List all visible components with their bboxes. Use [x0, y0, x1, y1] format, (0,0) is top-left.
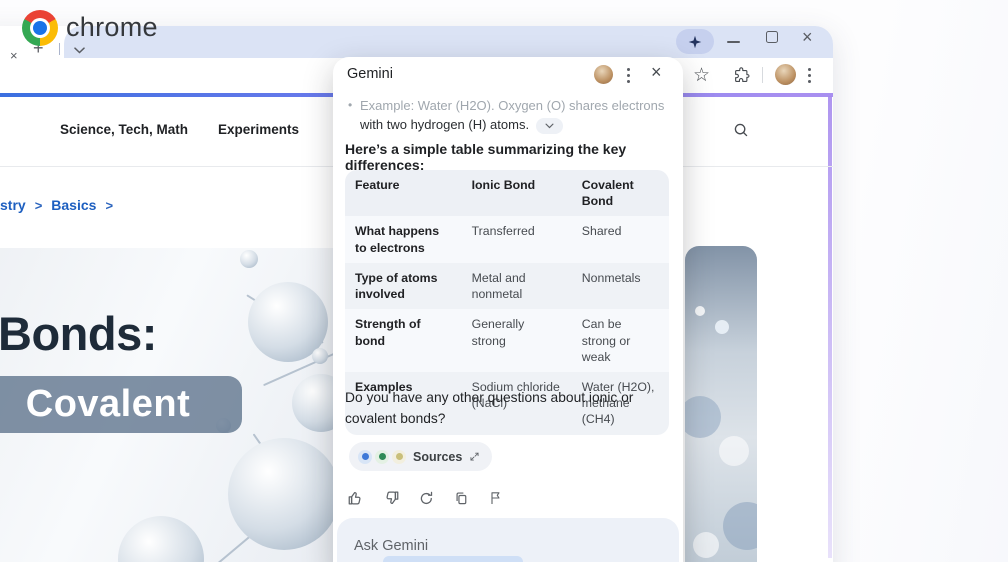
- tab-strip: [64, 26, 833, 58]
- gemini-close-icon[interactable]: ×: [651, 62, 662, 83]
- hero-badge-label: Covalent: [26, 383, 190, 426]
- table-cell: Generally strong: [462, 309, 572, 372]
- source-favicon: [358, 450, 372, 464]
- hero-image-card: Bonds: Covalent: [0, 248, 360, 562]
- search-icon[interactable]: [732, 121, 750, 139]
- regenerate-icon[interactable]: [416, 488, 436, 508]
- hero-title: Bonds:: [0, 306, 157, 361]
- table-header-cell: Feature: [345, 170, 462, 216]
- gemini-account-avatar[interactable]: [594, 65, 613, 84]
- table-cell: Can be strong or weak: [572, 309, 669, 372]
- table-header-cell: Ionic Bond: [462, 170, 572, 216]
- gemini-panel-header: Gemini ×: [333, 57, 683, 93]
- table-cell: What happens to electrons: [345, 216, 462, 262]
- table-cell: Transferred: [462, 216, 572, 262]
- chevron-down-icon: [545, 123, 554, 129]
- gemini-menu-icon[interactable]: [627, 68, 630, 83]
- table-header-cell: Covalent Bond: [572, 170, 669, 216]
- table-row: Type of atoms involved Metal and nonmeta…: [345, 263, 669, 309]
- table-row: What happens to electrons Transferred Sh…: [345, 216, 669, 262]
- thumbs-up-icon[interactable]: [346, 488, 366, 508]
- maximize-button[interactable]: [766, 31, 778, 43]
- gemini-sparkle-button[interactable]: [676, 29, 714, 54]
- chrome-logo-icon: [22, 10, 58, 46]
- nav-item-science-tech-math[interactable]: Science, Tech, Math: [60, 122, 188, 137]
- gemini-panel-title: Gemini: [347, 66, 393, 82]
- followup-question-text: Do you have any other questions about io…: [345, 387, 675, 430]
- window-close-button[interactable]: ×: [802, 27, 813, 48]
- bullet-marker: •: [348, 98, 352, 112]
- breadcrumb-item-chemistry[interactable]: stry: [0, 197, 26, 213]
- breadcrumb-separator: >: [35, 198, 43, 213]
- screenshot-stage: × + × ☆ Science, Tech, Math Experiments …: [0, 0, 1008, 562]
- browser-menu-icon[interactable]: [808, 68, 811, 83]
- profile-avatar[interactable]: [775, 64, 796, 85]
- table-cell: Type of atoms involved: [345, 263, 462, 309]
- breadcrumb-separator: >: [105, 198, 113, 213]
- sources-chip[interactable]: Sources: [349, 442, 492, 471]
- table-cell: Nonmetals: [572, 263, 669, 309]
- bookmark-star-icon[interactable]: ☆: [693, 64, 710, 87]
- tab-strip-divider: [59, 43, 60, 55]
- suggestion-chip-cropped[interactable]: [383, 556, 523, 562]
- side-image-strip: [685, 246, 757, 562]
- gemini-side-panel: Gemini × • Example: Water (H2O). Oxygen …: [333, 57, 683, 562]
- copy-icon[interactable]: [451, 488, 471, 508]
- table-cell: Shared: [572, 216, 669, 262]
- source-favicon: [375, 450, 389, 464]
- sparkle-icon: [688, 35, 702, 49]
- sources-label: Sources: [413, 450, 462, 464]
- response-actions: [346, 488, 506, 508]
- hero-badge: Covalent: [0, 376, 242, 433]
- tab-close-icon[interactable]: ×: [10, 48, 18, 63]
- table-intro-text: Here’s a simple table summarizing the ke…: [345, 141, 675, 173]
- open-in-full-icon: [469, 451, 480, 462]
- table-row: Strength of bond Generally strong Can be…: [345, 309, 669, 372]
- table-header-row: Feature Ionic Bond Covalent Bond: [345, 170, 669, 216]
- table-cell: Metal and nonmetal: [462, 263, 572, 309]
- nav-item-experiments[interactable]: Experiments: [218, 122, 299, 137]
- table-cell: Strength of bond: [345, 309, 462, 372]
- thumbs-down-icon[interactable]: [381, 488, 401, 508]
- expand-bullet-button[interactable]: [536, 118, 563, 134]
- tab-search-chevron-icon[interactable]: [74, 47, 85, 54]
- source-favicon: [392, 450, 406, 464]
- flag-icon[interactable]: [486, 488, 506, 508]
- answer-bullet-line1: Example: Water (H2O). Oxygen (O) shares …: [360, 98, 664, 113]
- toolbar-divider: [762, 67, 763, 83]
- chrome-wordmark: chrome: [66, 12, 158, 43]
- breadcrumb-item-basics[interactable]: Basics: [51, 197, 96, 213]
- breadcrumb: stry > Basics >: [0, 197, 113, 213]
- extensions-puzzle-icon[interactable]: [733, 66, 751, 84]
- minimize-button[interactable]: [727, 41, 740, 43]
- answer-bullet-line2: with two hydrogen (H) atoms.: [360, 117, 529, 132]
